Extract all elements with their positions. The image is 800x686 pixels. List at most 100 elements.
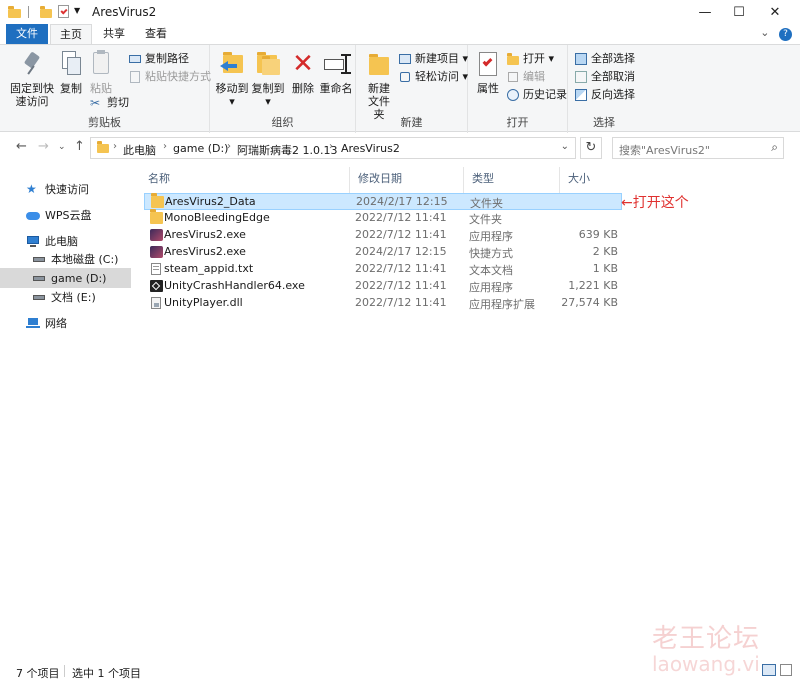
history-button[interactable]: 历史记录 [506, 87, 567, 103]
help-area: ⌄ ? [760, 26, 792, 41]
tab-share[interactable]: 共享 [94, 24, 134, 44]
watermark-text: 老王论坛 [652, 624, 761, 654]
search-input[interactable]: 搜索"AresVirus2" ⌕ [612, 137, 784, 159]
close-button[interactable]: ✕ [758, 0, 792, 24]
tab-home[interactable]: 主页 [50, 24, 92, 44]
nav-item-quick-access[interactable]: ★ 快速访问 [0, 179, 131, 199]
table-row[interactable]: AresVirus2.exe 2024/2/17 12:15 快捷方式 2 KB [144, 244, 622, 261]
breadcrumb-this-pc[interactable]: 此电脑 [123, 142, 156, 158]
cut-button[interactable]: ✂ 剪切 [90, 95, 129, 111]
properties-quick-icon[interactable] [58, 5, 69, 18]
address-dropdown-icon[interactable]: ⌄ [561, 141, 569, 152]
file-name: MonoBleedingEdge [164, 211, 270, 224]
file-type: 文件夹 [470, 197, 503, 210]
breadcrumb-game-drive[interactable]: game (D:) [173, 142, 228, 155]
forward-arrow-icon[interactable]: → [38, 139, 49, 154]
new-group-label: 新建 [400, 116, 423, 129]
file-type: 快捷方式 [469, 247, 513, 260]
ribbon: 固定到快速访问 复制 粘贴 复制路径 粘贴快捷方式 ✂ 剪切 剪贴板 移动到 ▾… [0, 44, 800, 133]
minimize-button[interactable]: — [688, 0, 722, 24]
table-row[interactable]: AresVirus2_Data 2024/2/17 12:15 文件夹 [144, 193, 622, 210]
select-all-button[interactable]: 全部选择 [574, 51, 635, 67]
title-bar: ▼ AresVirus2 — ☐ ✕ [0, 0, 800, 24]
table-row[interactable]: steam_appid.txt 2022/7/12 11:41 文本文档 1 K… [144, 261, 622, 278]
nav-item-drive-d[interactable]: game (D:) [0, 268, 131, 288]
drive-icon [32, 291, 46, 303]
table-row[interactable]: UnityPlayer.dll 2022/7/12 11:41 应用程序扩展 2… [144, 295, 622, 312]
pin-quick-access-button[interactable]: 固定到快速访问 [8, 49, 56, 108]
clipboard-group: 固定到快速访问 复制 粘贴 复制路径 粘贴快捷方式 ✂ 剪切 剪贴板 [0, 45, 211, 133]
search-icon[interactable]: ⌕ [771, 140, 778, 155]
delete-button[interactable]: ✕ 删除 [288, 49, 318, 95]
new-item-label: 新建项目 ▾ [415, 52, 469, 65]
file-date: 2022/7/12 11:41 [355, 211, 447, 224]
large-icons-view-icon[interactable] [780, 664, 792, 676]
nav-item-label: game (D:) [51, 271, 107, 285]
chevron-down-icon[interactable]: ⌄ [760, 26, 769, 39]
paste-button[interactable]: 粘贴 [86, 49, 116, 95]
paste-shortcut-icon [128, 70, 142, 84]
file-name: AresVirus2_Data [165, 195, 256, 208]
back-arrow-icon[interactable]: ← [16, 139, 27, 154]
copy-to-button[interactable]: 复制到 ▾ [250, 49, 286, 108]
file-size: 639 KB [578, 228, 618, 241]
copy-label: 复制 [60, 82, 82, 95]
selected-count: 选中 1 个项目 [72, 667, 141, 680]
folder-icon [8, 6, 21, 18]
quick-access-dropdown-icon[interactable]: ▼ [74, 6, 80, 15]
invert-selection-button[interactable]: 反向选择 [574, 87, 635, 103]
column-header-size[interactable]: 大小 [560, 167, 620, 193]
copy-path-label: 复制路径 [145, 52, 189, 65]
open-button[interactable]: 打开 ▾ [506, 51, 554, 67]
copy-to-icon [253, 49, 283, 79]
details-view-icon[interactable] [762, 664, 776, 676]
column-header-type[interactable]: 类型 [464, 167, 560, 193]
column-header-date[interactable]: 修改日期 [350, 167, 464, 193]
new-group: 新建文件夹 新建项目 ▾ 轻松访问 ▾ 新建 [356, 45, 468, 133]
file-date: 2024/2/17 12:15 [356, 195, 448, 208]
properties-button[interactable]: 属性 [472, 49, 504, 95]
copy-button[interactable]: 复制 [56, 49, 86, 95]
select-none-button[interactable]: 全部取消 [574, 69, 635, 85]
tab-view[interactable]: 查看 [136, 24, 176, 44]
edit-button[interactable]: 编辑 [506, 69, 545, 85]
address-bar[interactable]: › 此电脑 › game (D:) › 阿瑞斯病毒2 1.0.13 › Ares… [90, 137, 576, 159]
nav-item-drive-c[interactable]: 本地磁盘 (C:) [0, 249, 131, 269]
ribbon-tabs: 文件 主页 共享 查看 ⌄ ? [0, 24, 800, 44]
open-icon [506, 52, 520, 66]
new-folder-quick-icon[interactable] [40, 6, 52, 18]
breadcrumb-game-folder[interactable]: 阿瑞斯病毒2 1.0.13 [237, 142, 337, 158]
tab-file[interactable]: 文件 [6, 24, 48, 44]
nav-item-label: WPS云盘 [45, 209, 92, 222]
easy-access-button[interactable]: 轻松访问 ▾ [398, 69, 468, 85]
up-arrow-icon[interactable]: ↑ [74, 139, 85, 154]
paste-shortcut-button[interactable]: 粘贴快捷方式 [128, 69, 211, 85]
new-item-button[interactable]: 新建项目 ▾ [398, 51, 468, 67]
file-type: 应用程序 [469, 281, 513, 294]
help-icon[interactable]: ? [779, 28, 792, 41]
maximize-button[interactable]: ☐ [722, 0, 756, 24]
move-to-button[interactable]: 移动到 ▾ [214, 49, 250, 108]
nav-item-this-pc[interactable]: 此电脑 [0, 231, 131, 251]
easy-access-label: 轻松访问 ▾ [415, 70, 469, 83]
nav-item-wps-cloud[interactable]: WPS云盘 [0, 205, 131, 225]
recent-locations-icon[interactable]: ⌄ [58, 142, 66, 152]
copy-icon [56, 49, 86, 79]
breadcrumb-current[interactable]: AresVirus2 [341, 142, 400, 155]
properties-icon [473, 49, 503, 79]
edit-icon [506, 70, 520, 84]
refresh-button[interactable]: ↻ [580, 137, 602, 159]
nav-item-drive-e[interactable]: 文档 (E:) [0, 287, 131, 307]
column-header-name[interactable]: 名称 [140, 167, 350, 193]
table-row[interactable]: AresVirus2.exe 2022/7/12 11:41 应用程序 639 … [144, 227, 622, 244]
copy-path-button[interactable]: 复制路径 [128, 51, 189, 67]
table-row[interactable]: UnityCrashHandler64.exe 2022/7/12 11:41 … [144, 278, 622, 295]
breadcrumb-separator: › [329, 141, 333, 152]
rename-button[interactable]: 重命名 [318, 49, 354, 95]
file-name: steam_appid.txt [164, 262, 254, 275]
new-folder-button[interactable]: 新建文件夹 [360, 49, 398, 121]
table-row[interactable]: MonoBleedingEdge 2022/7/12 11:41 文件夹 [144, 209, 622, 227]
file-name: UnityPlayer.dll [164, 296, 243, 309]
file-size: 1 KB [592, 262, 618, 275]
nav-item-network[interactable]: 网络 [0, 313, 131, 333]
